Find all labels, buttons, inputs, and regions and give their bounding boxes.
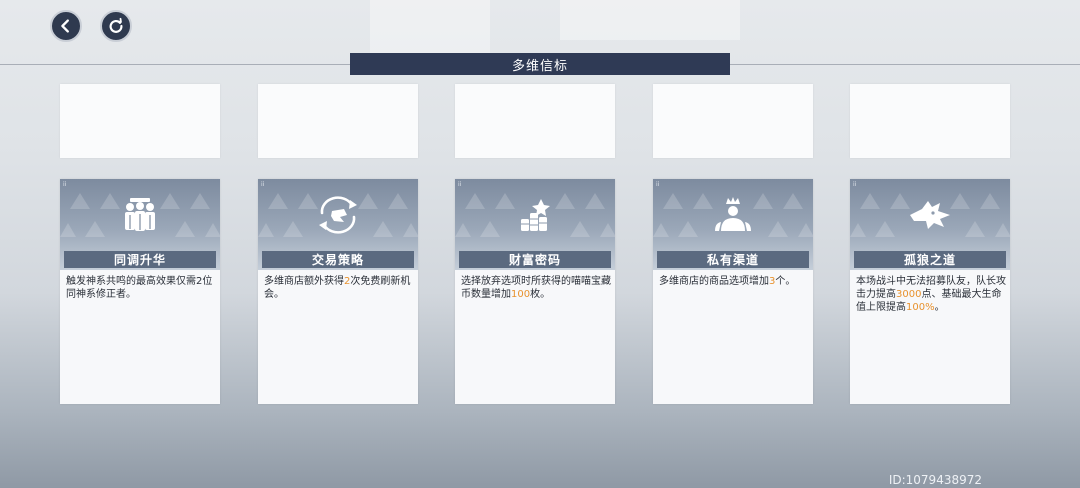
coin-stacks-icon [521,199,550,231]
background-shape [370,0,490,60]
card-description: 触发神系共鸣的最高效果仅需2位同神系修正者。 [66,275,216,301]
card-description: 多维商店的商品选项增加3个。 [659,275,809,288]
card-name: 财富密码 [459,251,611,268]
card-header: ii 孤狼之道 [850,179,1010,270]
description-text: 多维商店的商品选项增加 [659,276,769,287]
beacon-card[interactable]: ii 财富密码 选择放弃选项时所获得的喵喵宝藏币数量增加100枚。 [455,179,615,404]
description-text: 枚。 [530,289,551,300]
card-corner-mark: ii [656,181,660,188]
card-name: 私有渠道 [657,251,809,268]
card-header: ii 同调升华 [60,179,220,270]
card-corner-mark: ii [853,181,857,188]
empty-slot[interactable] [653,84,813,158]
empty-slot[interactable] [850,84,1010,158]
beacon-card[interactable]: ii 孤狼之道 本场战斗中无法招募队友，队长攻击力提高3000点、基础最大生命值… [850,179,1010,404]
description-text: 多维商店额外获得 [264,276,344,287]
dragon-exchange-icon [319,196,357,234]
card-name: 孤狼之道 [854,251,1006,268]
card-header: ii 私有渠道 [653,179,813,270]
figures-group-icon [125,198,155,231]
card-corner-mark: ii [458,181,462,188]
back-arrow-icon [61,19,69,33]
back-button[interactable] [50,10,82,42]
beacon-card[interactable]: ii 同调升华 触发神系共鸣的最高效果仅需2位同神系修正者。 [60,179,220,404]
description-text: 触发神系共鸣的最高效果仅需2位同神系修正者。 [66,276,213,300]
card-description: 多维商店额外获得2次免费刷新机会。 [264,275,414,301]
card-name: 同调升华 [64,251,216,268]
beacon-card[interactable]: ii 私有渠道 多维商店的商品选项增加3个。 [653,179,813,404]
wolf-head-icon [910,201,950,229]
refresh-button[interactable] [100,10,132,42]
highlight-value: 100 [511,289,531,300]
card-header: ii 交易策略 [258,179,418,270]
card-name: 交易策略 [262,251,414,268]
beacon-card[interactable]: ii 交易策略 多维商店额外获得2次免费刷新机会。 [258,179,418,404]
empty-slot[interactable] [455,84,615,158]
empty-slot[interactable] [60,84,220,158]
card-description: 本场战斗中无法招募队友，队长攻击力提高3000点、基础最大生命值上限提高100%… [856,275,1006,314]
highlight-value: 3000 [896,289,922,300]
card-corner-mark: ii [261,181,265,188]
background-shape [560,0,740,40]
card-header: ii 财富密码 [455,179,615,270]
player-id: ID:1079438972 [888,473,982,487]
description-text: 。 [934,302,945,313]
refresh-icon [109,17,123,33]
empty-slot[interactable] [258,84,418,158]
card-description: 选择放弃选项时所获得的喵喵宝藏币数量增加100枚。 [461,275,611,301]
page-title: 多维信标 [350,53,730,75]
card-corner-mark: ii [63,181,67,188]
highlight-value: 100% [906,302,935,313]
crowned-person-icon [715,197,751,231]
description-text: 个。 [775,276,796,287]
